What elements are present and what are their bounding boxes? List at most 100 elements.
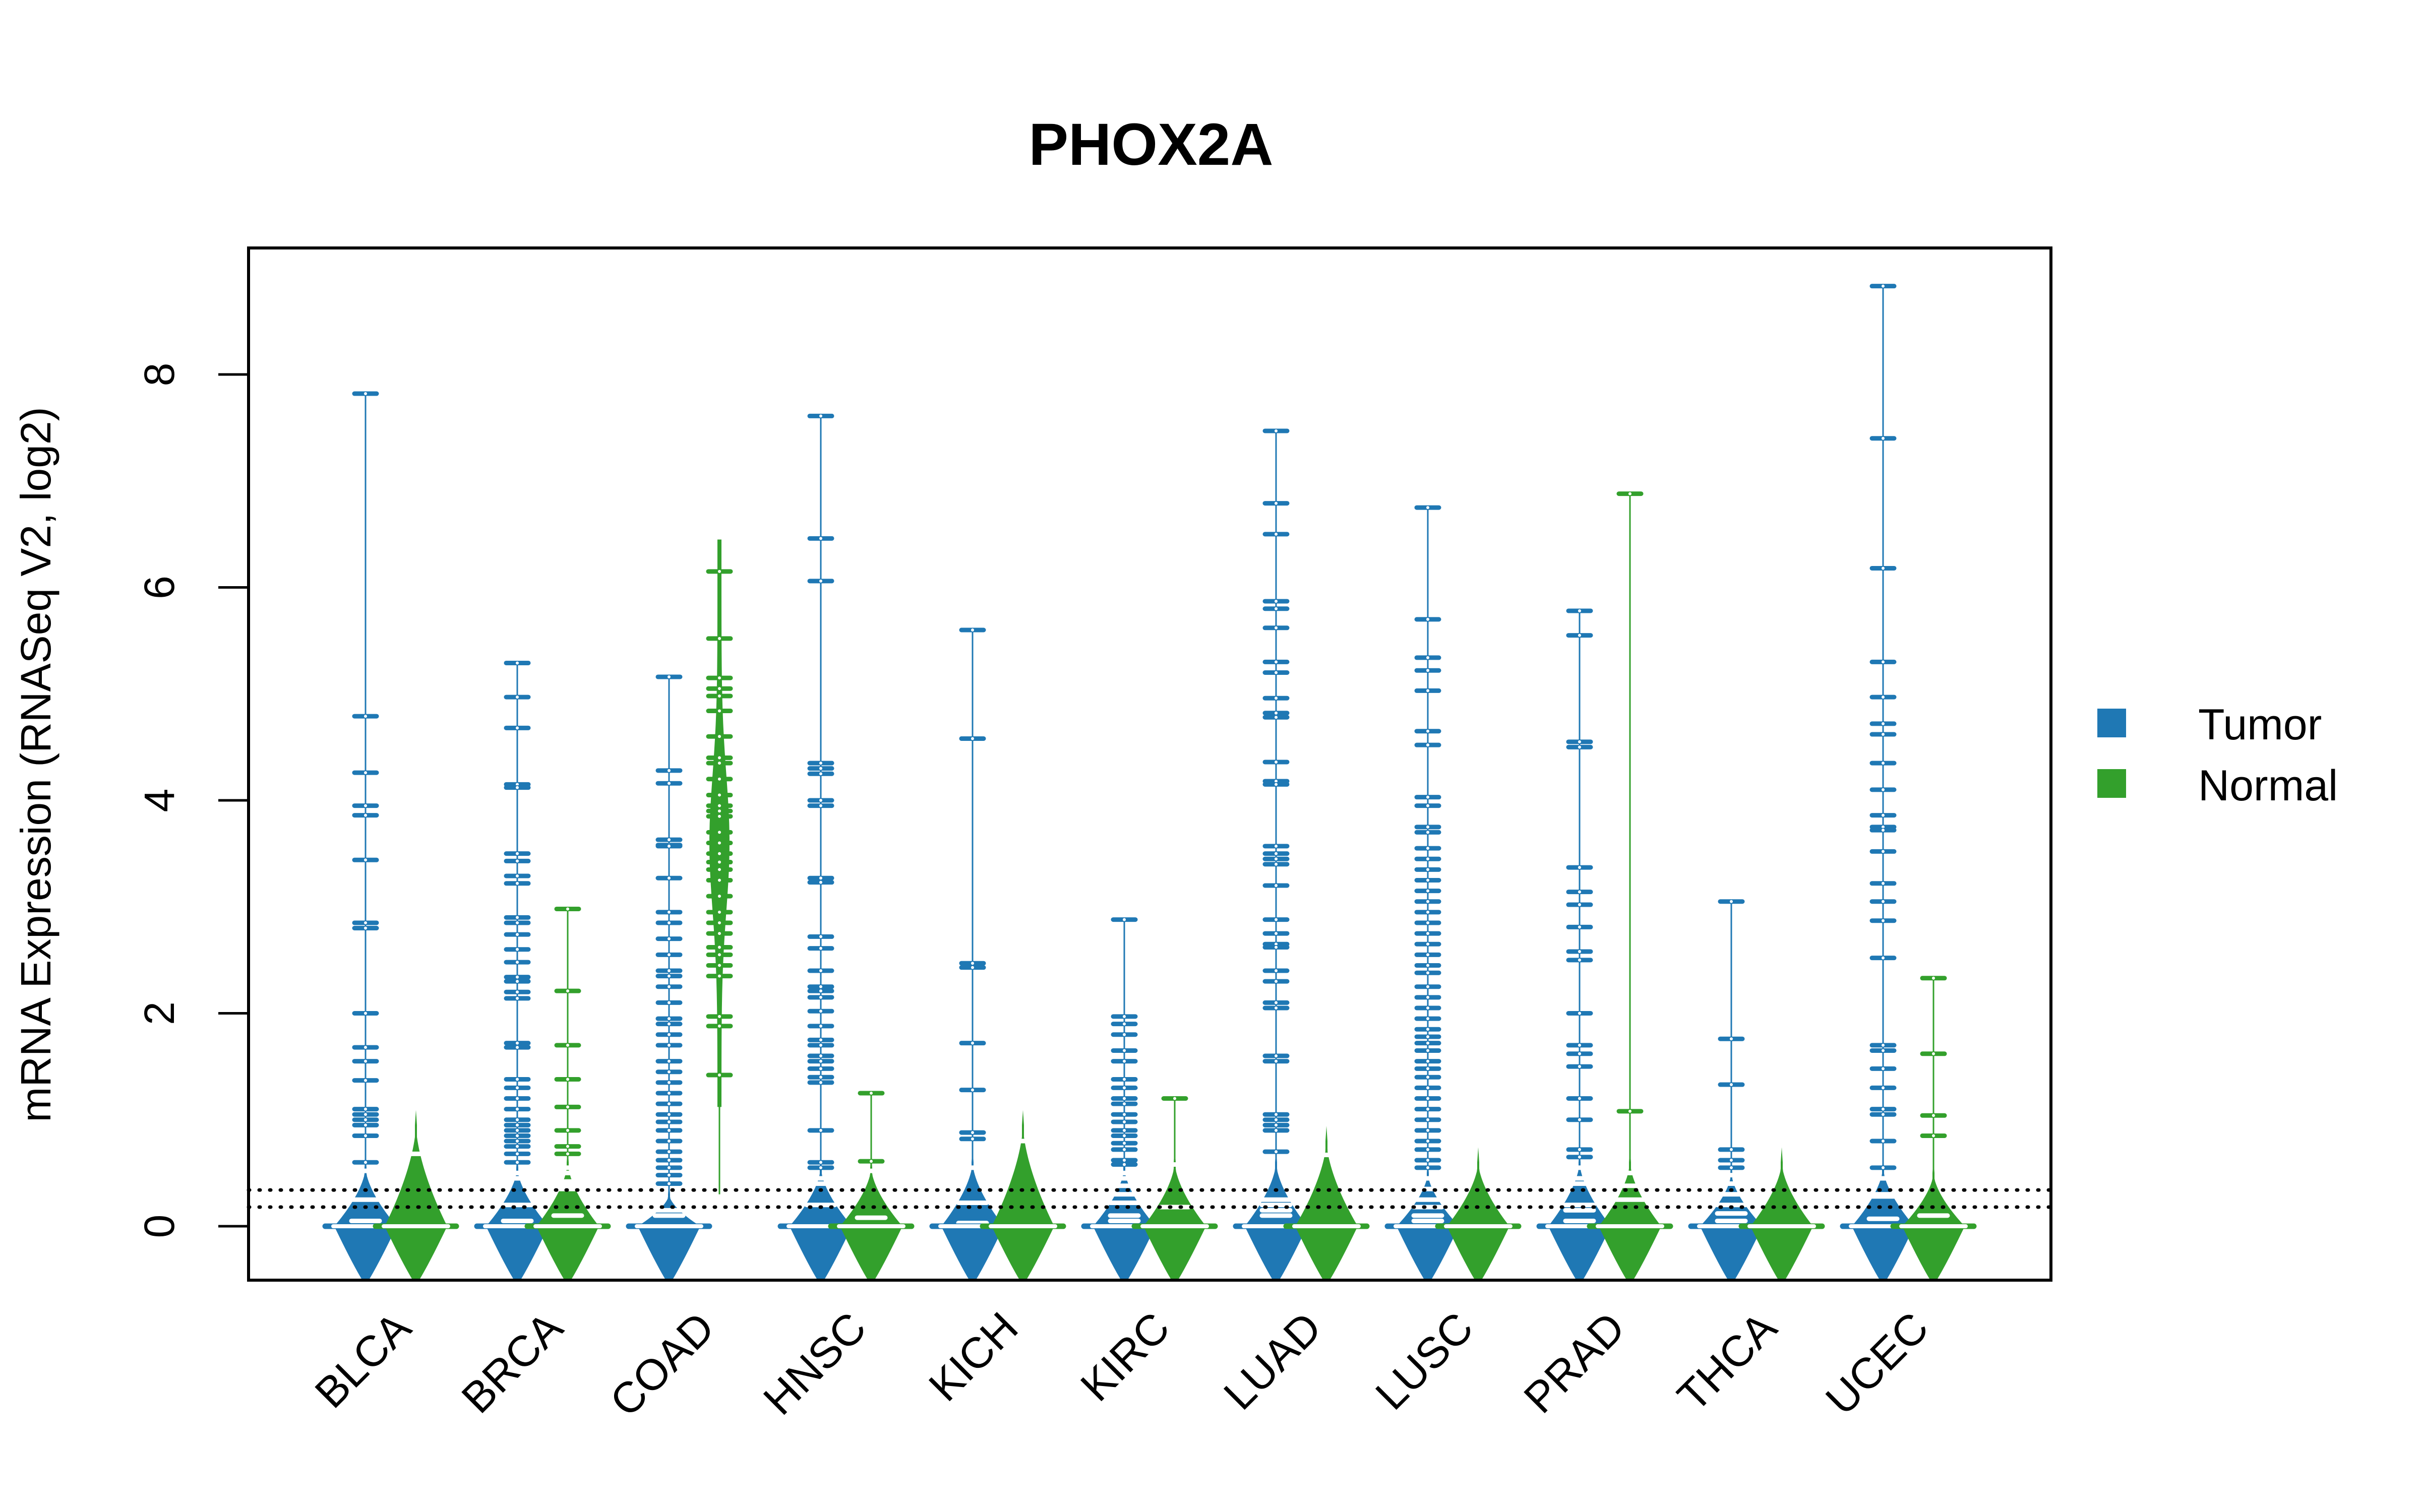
bean-tumor-kirc-point-center: [1123, 1078, 1126, 1081]
bean-tumor-ucec-point-center: [1882, 733, 1885, 736]
bean-normal-ucec-point-center: [1932, 1052, 1935, 1055]
bean-tumor-lusc-point-center: [1426, 995, 1429, 999]
bean-tumor-brca-point-center: [516, 1097, 519, 1100]
bean-tumor-kich-point-center: [971, 966, 974, 969]
bean-tumor-hnsc-point-center: [819, 1161, 822, 1164]
bean-normal-coad-point-center: [718, 921, 721, 924]
bean-tumor-ucec-point-center: [1882, 660, 1885, 664]
bean-tumor-lusc-point-center: [1426, 847, 1429, 850]
bean-tumor-kirc-point-center: [1123, 1159, 1126, 1162]
bean-tumor-hnsc-point-center: [819, 880, 822, 884]
bean-tumor-coad-point-center: [668, 675, 671, 678]
bean-tumor-brca-point-center: [516, 1078, 519, 1081]
bean-tumor-coad-point-center: [668, 921, 671, 924]
bean-tumor-prad-point-center: [1578, 1155, 1581, 1159]
bean-tumor-kirc-point-center: [1123, 1120, 1126, 1123]
bean-normal-brca-point-center: [566, 1043, 569, 1047]
bean-tumor-luad-point-center: [1275, 760, 1278, 764]
bean-tumor-prad-point-center: [1578, 1052, 1581, 1055]
bean-tumor-brca-point-center: [516, 786, 519, 789]
bean-normal-coad-point-center: [718, 694, 721, 698]
bean-tumor-hnsc-point-center: [819, 579, 822, 583]
bean-normal-coad-point-center: [718, 570, 721, 573]
bean-tumor-brca-point-center: [516, 1107, 519, 1111]
bean-tumor-brca-point-center: [516, 916, 519, 919]
bean-tumor-luad-point-center: [1275, 783, 1278, 786]
bean-tumor-kich-point-center: [971, 737, 974, 740]
bean-tumor-brca-point-center: [516, 975, 519, 979]
bean-normal-kirc-point-center: [1173, 1097, 1176, 1100]
bean-tumor-ucec-point-center: [1882, 696, 1885, 699]
bean-tumor-coad-point-center: [668, 1091, 671, 1095]
bean-tumor-hnsc-point-center: [819, 804, 822, 807]
bean-tumor-coad-point-center: [668, 838, 671, 842]
bean-tumor-luad-point-center: [1275, 1006, 1278, 1010]
bean-tumor-blca-point-center: [364, 1113, 367, 1116]
bean-tumor-brca-point-center: [516, 1118, 519, 1121]
bean-normal-coad-point-center: [718, 762, 721, 765]
bean-normal-coad-point-center: [718, 676, 721, 680]
bean-tumor-prad-point-center: [1578, 903, 1581, 907]
bean-tumor-coad-point-center: [668, 1182, 671, 1185]
bean-tumor-luad-point-center: [1275, 946, 1278, 949]
bean-tumor-kirc-point-center: [1123, 1142, 1126, 1145]
bean-tumor-luad-point-center: [1275, 1059, 1278, 1063]
y-tick-label: 0: [136, 1215, 183, 1238]
bean-tumor-lusc-point-center: [1426, 1166, 1429, 1169]
bean-tumor-lusc-point-center: [1426, 1118, 1429, 1121]
bean-normal-coad-point-center: [718, 878, 721, 882]
y-tick-label: 4: [136, 789, 183, 812]
bean-tumor-kirc-point-center: [1123, 1033, 1126, 1036]
bean-tumor-luad-point-center: [1275, 918, 1278, 921]
bean-tumor-lusc-point-center: [1426, 825, 1429, 829]
bean-tumor-brca-point-center: [516, 661, 519, 665]
bean-tumor-blca-point-center: [364, 1134, 367, 1138]
bean-normal-coad-point-center: [718, 953, 721, 957]
bean-tumor-brca-point-center: [516, 948, 519, 951]
bean-tumor-prad-point-center: [1578, 1148, 1581, 1151]
legend-label-tumor: Tumor: [2198, 701, 2322, 749]
bean-tumor-blca-point-center: [364, 921, 367, 924]
bean-tumor-brca-point-center: [516, 859, 519, 863]
bean-tumor-coad-point-center: [668, 985, 671, 988]
bean-tumor-brca-point-center: [516, 980, 519, 983]
bean-tumor-brca-point-center: [516, 1140, 519, 1143]
bean-tumor-coad-point-center: [668, 1120, 671, 1123]
bean-tumor-coad-point-center: [668, 1113, 671, 1116]
bean-tumor-hnsc-point-center: [819, 1166, 822, 1169]
bean-tumor-ucec-point-center: [1882, 1043, 1885, 1047]
bean-tumor-coad-point-center: [668, 1043, 671, 1047]
bean-tumor-thca-point-center: [1730, 1083, 1733, 1087]
bean-tumor-brca-point-center: [516, 696, 519, 699]
bean-tumor-ucec-point-center: [1882, 566, 1885, 570]
bean-tumor-thca-point-center: [1730, 1166, 1733, 1169]
bean-tumor-prad-point-center: [1578, 1118, 1581, 1121]
bean-tumor-kich-point-center: [971, 1041, 974, 1045]
bean-normal-brca-point-center: [566, 1078, 569, 1081]
bean-tumor-coad-point-center: [668, 844, 671, 848]
bean-normal-coad-point-center: [718, 841, 721, 845]
bean-tumor-blca-point-center: [364, 1161, 367, 1164]
bean-tumor-lusc-point-center: [1426, 1086, 1429, 1090]
bean-tumor-hnsc-point-center: [819, 1024, 822, 1028]
bean-tumor-ucec-point-center: [1882, 1049, 1885, 1052]
bean-tumor-lusc-point-center: [1426, 1128, 1429, 1132]
bean-tumor-ucec-point-center: [1882, 284, 1885, 288]
bean-tumor-blca-point-center: [364, 771, 367, 775]
bean-tumor-coad-point-center: [668, 910, 671, 914]
bean-tumor-luad-point-center: [1275, 1054, 1278, 1057]
bean-tumor-blca-point-center: [364, 1123, 367, 1127]
bean-tumor-coad-point-center: [668, 1128, 671, 1132]
bean-normal-coad-point-center: [718, 932, 721, 935]
bean-tumor-luad-point-center: [1275, 429, 1278, 432]
bean-tumor-coad-point-center: [668, 1140, 671, 1143]
bean-tumor-coad-point-center: [668, 1033, 671, 1036]
bean-tumor-blca-point-center: [364, 715, 367, 718]
bean-tumor-hnsc-point-center: [819, 762, 822, 765]
bean-tumor-kich-point-center: [971, 1137, 974, 1141]
bean-tumor-prad-point-center: [1578, 634, 1581, 637]
bean-tumor-blca-point-center: [364, 1012, 367, 1015]
bean-tumor-thca-point-center: [1730, 1159, 1733, 1162]
bean-tumor-lusc-point-center: [1426, 617, 1429, 621]
bean-tumor-kich-point-center: [971, 628, 974, 632]
